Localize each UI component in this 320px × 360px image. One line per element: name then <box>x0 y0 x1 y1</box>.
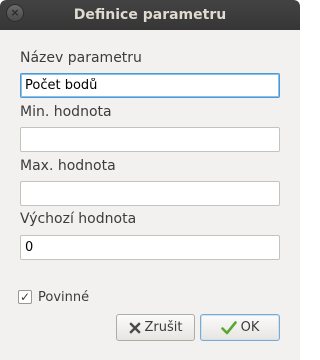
cancel-button[interactable]: Zrušit <box>116 314 195 341</box>
required-label: Povinné <box>38 289 90 305</box>
min-value-label: Min. hodnota <box>20 104 112 120</box>
checkmark-icon <box>220 320 237 335</box>
close-icon <box>128 321 141 334</box>
window-title: Definice parametru <box>73 7 227 23</box>
default-value-input[interactable] <box>20 235 280 260</box>
parameter-name-input[interactable] <box>20 73 280 98</box>
required-checkbox[interactable]: ✓ <box>18 290 32 304</box>
cancel-button-label: Zrušit <box>144 320 183 335</box>
ok-button[interactable]: OK <box>200 314 280 341</box>
required-checkbox-row[interactable]: ✓ Povinné <box>18 288 89 306</box>
max-value-input[interactable] <box>20 181 280 206</box>
ok-button-label: OK <box>240 320 260 335</box>
default-value-label: Výchozí hodnota <box>20 211 137 227</box>
max-value-label: Max. hodnota <box>20 158 116 174</box>
min-value-input[interactable] <box>20 127 280 152</box>
dialog-window: × Definice parametru Název parametru Min… <box>0 0 300 360</box>
title-bar: × Definice parametru <box>0 0 300 30</box>
parameter-name-label: Název parametru <box>20 50 142 66</box>
